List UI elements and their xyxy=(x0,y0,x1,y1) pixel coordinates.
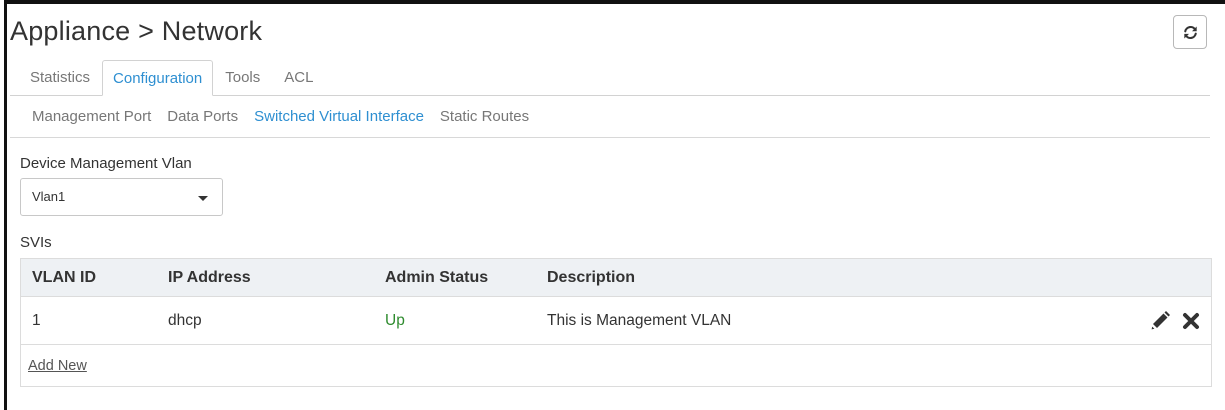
subtab-static-routes[interactable]: Static Routes xyxy=(440,107,529,127)
select-value: Vlan1 xyxy=(32,189,66,204)
column-ip-address: IP Address xyxy=(168,269,251,286)
add-new-link[interactable]: Add New xyxy=(28,358,87,374)
window-frame-top xyxy=(4,0,1225,4)
tab-statistics[interactable]: Statistics xyxy=(20,60,102,96)
refresh-icon xyxy=(1183,25,1197,39)
sub-tabs: Management Port Data Ports Switched Virt… xyxy=(32,107,545,127)
tab-configuration[interactable]: Configuration xyxy=(102,60,214,96)
cell-admin-status: Up xyxy=(385,312,405,329)
window-frame-left xyxy=(4,0,7,410)
subtabs-divider xyxy=(10,137,1210,138)
device-management-vlan-label: Device Management Vlan xyxy=(20,155,192,172)
tab-acl[interactable]: ACL xyxy=(272,60,325,96)
svis-label: SVIs xyxy=(20,234,52,251)
column-vlan-id: VLAN ID xyxy=(32,269,96,286)
chevron-down-icon xyxy=(198,196,208,201)
subtab-data-ports[interactable]: Data Ports xyxy=(167,107,238,127)
cell-vlan-id: 1 xyxy=(32,312,41,329)
table-footer: Add New xyxy=(21,345,1211,386)
main-tabs: Statistics Configuration Tools ACL xyxy=(20,60,325,96)
page-title: Appliance > Network xyxy=(10,16,263,46)
cell-description: This is Management VLAN xyxy=(547,312,732,329)
tab-tools[interactable]: Tools xyxy=(213,60,272,96)
refresh-button[interactable] xyxy=(1173,15,1207,49)
column-admin-status: Admin Status xyxy=(385,269,489,286)
cell-ip-address: dhcp xyxy=(168,312,202,329)
column-description: Description xyxy=(547,269,636,286)
subtab-switched-virtual-interface[interactable]: Switched Virtual Interface xyxy=(254,107,424,127)
table-row: 1 dhcp Up This is Management VLAN xyxy=(21,297,1211,345)
subtab-management-port[interactable]: Management Port xyxy=(32,107,151,127)
table-header: VLAN ID IP Address Admin Status Descript… xyxy=(21,259,1211,297)
device-management-vlan-select[interactable]: Vlan1 xyxy=(20,178,223,216)
pencil-icon[interactable] xyxy=(1150,311,1170,331)
svi-table: VLAN ID IP Address Admin Status Descript… xyxy=(20,258,1212,387)
close-icon[interactable] xyxy=(1182,312,1200,330)
